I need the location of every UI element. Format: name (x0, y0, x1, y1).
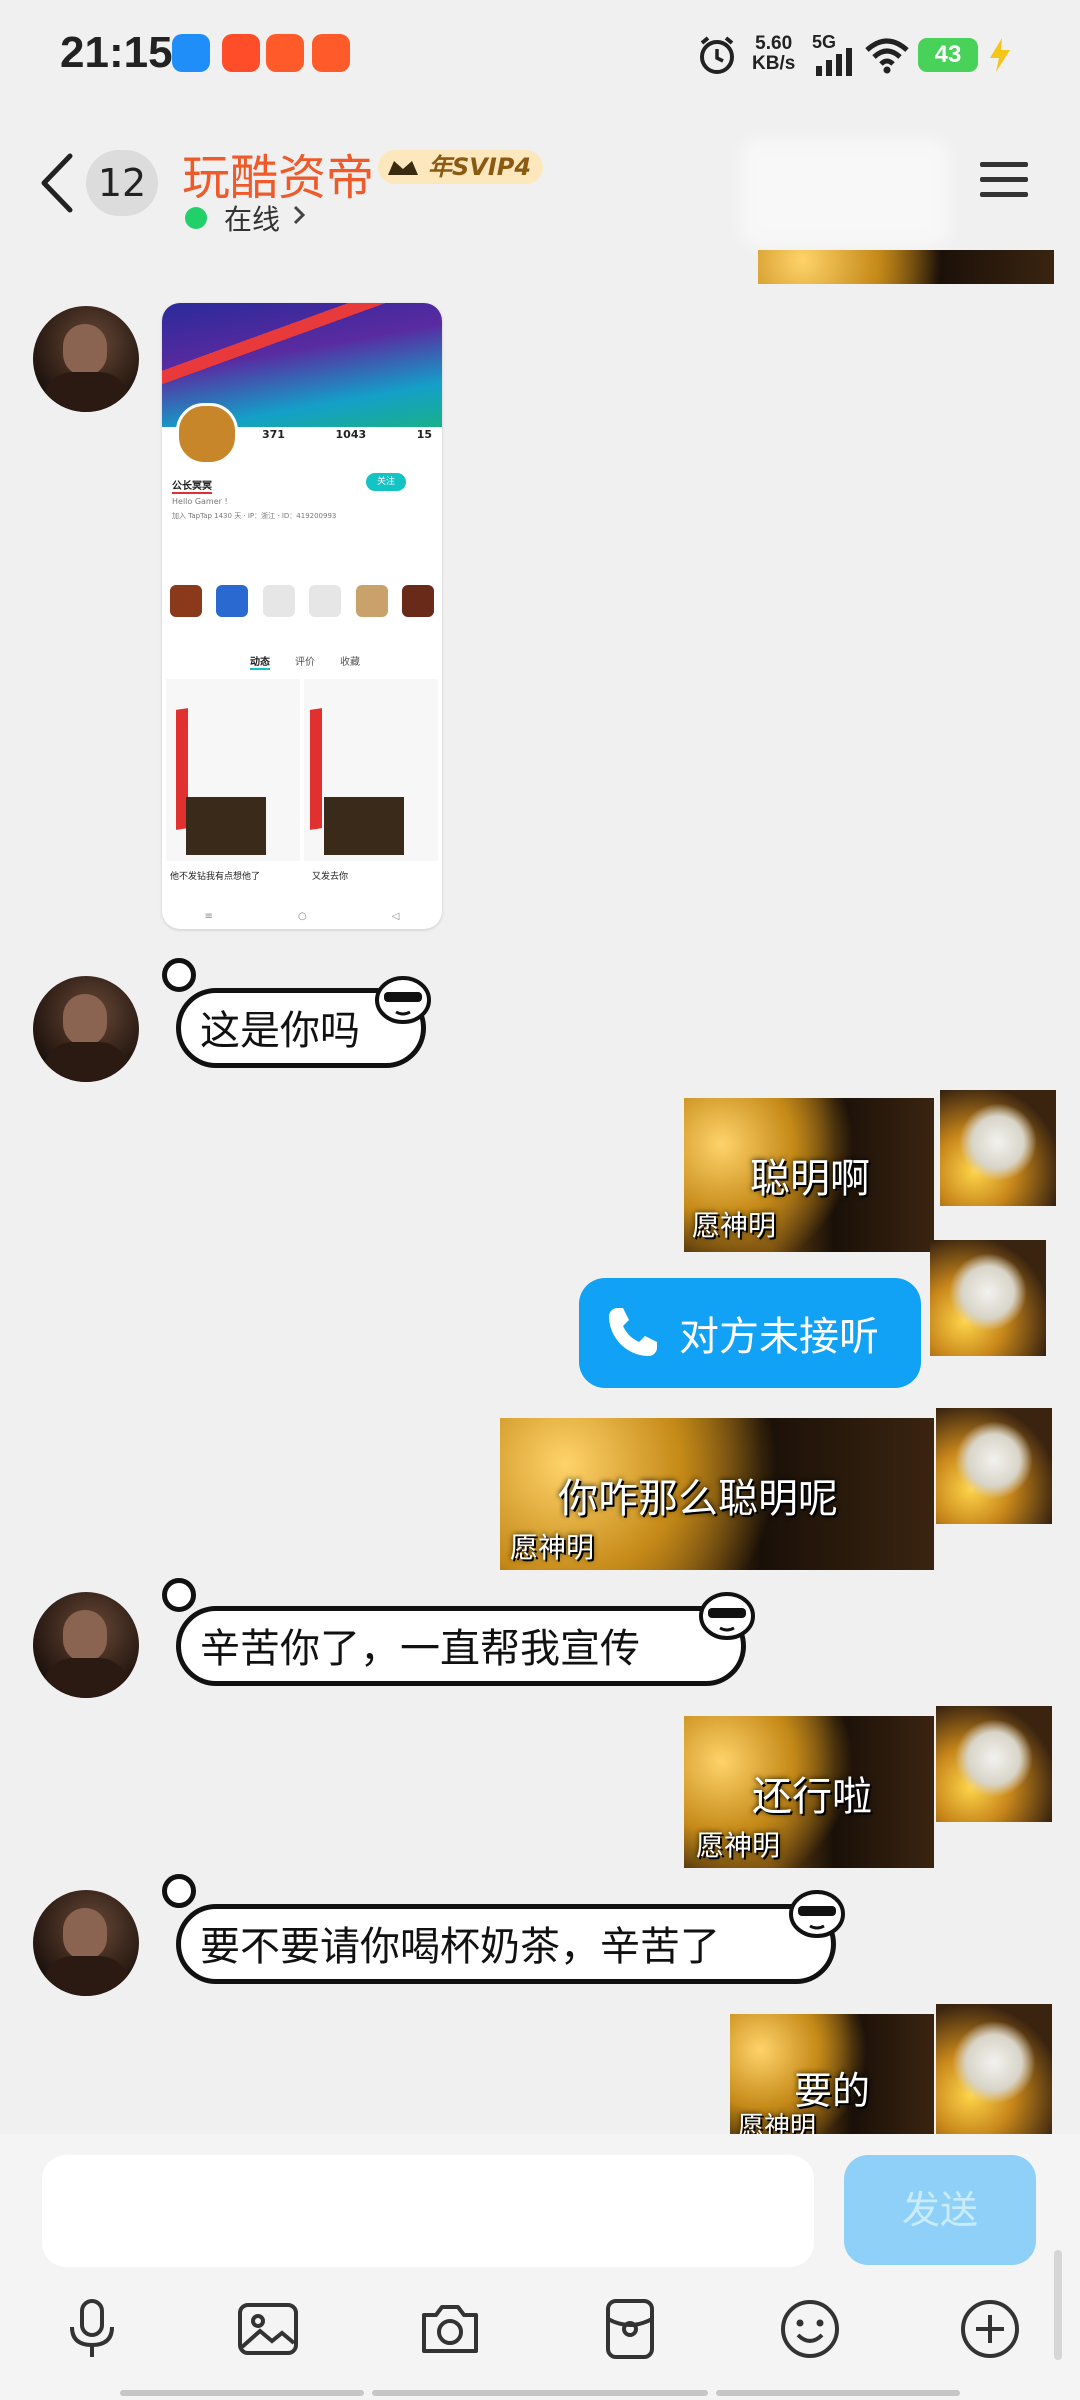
online-status-text[interactable]: 在线 (224, 198, 280, 238)
wifi-icon (865, 38, 909, 74)
image-icon[interactable] (236, 2297, 300, 2361)
profile-tabs: 动态 评价 收藏 (250, 653, 360, 670)
app-notification-icon (222, 34, 260, 72)
contact-avatar[interactable] (33, 1592, 139, 1698)
header-blur-overlay (740, 138, 950, 248)
sticker-text: 还行啦 (752, 1774, 872, 1820)
profile-info: 加入 TapTap 1430 天 · IP：浙江 · ID：419200993 (172, 512, 337, 520)
sticker-text: 聪明啊 (750, 1156, 870, 1202)
microphone-icon[interactable] (60, 2297, 124, 2361)
sticker-message[interactable]: 辛苦你了，一直帮我宣传 (162, 1578, 772, 1688)
profile-name: 公长冥冥 (172, 477, 212, 494)
status-time: 21:15 (60, 28, 173, 77)
send-button[interactable]: 发送 (844, 2155, 1036, 2265)
contact-avatar[interactable] (33, 976, 139, 1082)
sticker-message[interactable]: 还行啦 愿神明 (684, 1716, 934, 1868)
sticker-subtext: 愿神明 (510, 1531, 595, 1564)
sticker-text: 辛苦你了，一直帮我宣传 (200, 1626, 640, 1672)
self-avatar-sticker[interactable] (936, 2004, 1052, 2134)
sticker-message[interactable]: 你咋那么聪明呢 愿神明 (500, 1418, 934, 1570)
call-status-text: 对方未接听 (679, 1314, 879, 1360)
post-thumbnail (304, 679, 438, 861)
self-avatar-sticker[interactable] (940, 1090, 1056, 1206)
missed-call-bubble[interactable]: 对方未接听 (579, 1278, 921, 1388)
chevron-right-icon[interactable] (292, 204, 306, 226)
screenshot-nav-bar: ≡ ○ ◁ (204, 910, 400, 922)
partial-sticker[interactable] (758, 250, 1054, 284)
post-caption: 又发去你 (312, 872, 349, 882)
battery-indicator: 43 (918, 38, 978, 72)
self-avatar-sticker[interactable] (930, 1240, 1046, 1356)
net-speed: 5.60 KB/s (752, 33, 796, 74)
profile-tagline: Hello Gamer ! (172, 497, 228, 506)
contact-avatar[interactable] (33, 306, 139, 412)
self-avatar-sticker[interactable] (936, 1706, 1052, 1822)
sticker-text: 要不要请你喝杯奶茶，辛苦了 (200, 1924, 720, 1970)
message-input[interactable] (42, 2155, 814, 2267)
signal-icon (816, 48, 852, 76)
follow-button: 关注 (366, 473, 406, 491)
gesture-bar (372, 2390, 708, 2396)
sticker-message[interactable]: 要不要请你喝杯奶茶，辛苦了 (162, 1874, 862, 1984)
crown-icon (388, 161, 418, 175)
online-status-dot (185, 207, 207, 229)
plus-icon[interactable] (958, 2297, 1022, 2361)
dog-face-icon (699, 1592, 755, 1640)
back-chevron-icon[interactable] (38, 152, 78, 214)
camera-icon[interactable] (418, 2297, 482, 2361)
scrollbar[interactable] (1054, 2250, 1062, 2360)
charging-icon (990, 38, 1010, 72)
post-thumbnail (166, 679, 300, 861)
unread-count-badge[interactable]: 12 (86, 150, 158, 216)
app-notification-icon (172, 34, 210, 72)
status-bar: 21:15 5.60 KB/s 5G 43 (0, 0, 1080, 112)
sticker-text: 你咋那么聪明呢 (558, 1476, 838, 1522)
game-icons-row (170, 585, 434, 619)
phone-icon (609, 1308, 657, 1356)
menu-icon[interactable] (980, 160, 1028, 200)
sticker-subtext: 愿神明 (738, 2112, 817, 2134)
sticker-subtext: 愿神明 (696, 1829, 781, 1862)
sticker-subtext: 愿神明 (692, 1209, 777, 1242)
dog-face-icon (789, 1890, 845, 1938)
self-avatar-sticker[interactable] (936, 1408, 1052, 1524)
post-caption: 他不发钻我有点想他了 (170, 872, 261, 882)
vip-badge: 年SVIP4 (378, 150, 544, 184)
sticker-message[interactable]: 这是你吗 (162, 958, 444, 1068)
emoji-icon[interactable] (778, 2297, 842, 2361)
shared-screenshot-image[interactable]: 371 1043 15 公长冥冥 关注 Hello Gamer ! 加入 Tap… (162, 303, 442, 929)
app-notification-icon (266, 34, 304, 72)
sticker-message[interactable]: 要的 愿神明 (730, 2014, 934, 2134)
alarm-icon (700, 36, 734, 74)
profile-avatar (176, 403, 238, 465)
dog-face-icon (375, 976, 431, 1024)
profile-stats: 371 1043 15 (262, 428, 432, 441)
gesture-bar (716, 2390, 960, 2396)
sticker-message[interactable]: 聪明啊 愿神明 (684, 1098, 934, 1252)
gesture-bar (120, 2390, 364, 2396)
sticker-text: 这是你吗 (200, 1008, 360, 1054)
red-packet-icon[interactable] (598, 2297, 662, 2361)
contact-avatar[interactable] (33, 1890, 139, 1996)
app-notification-icon (312, 34, 350, 72)
